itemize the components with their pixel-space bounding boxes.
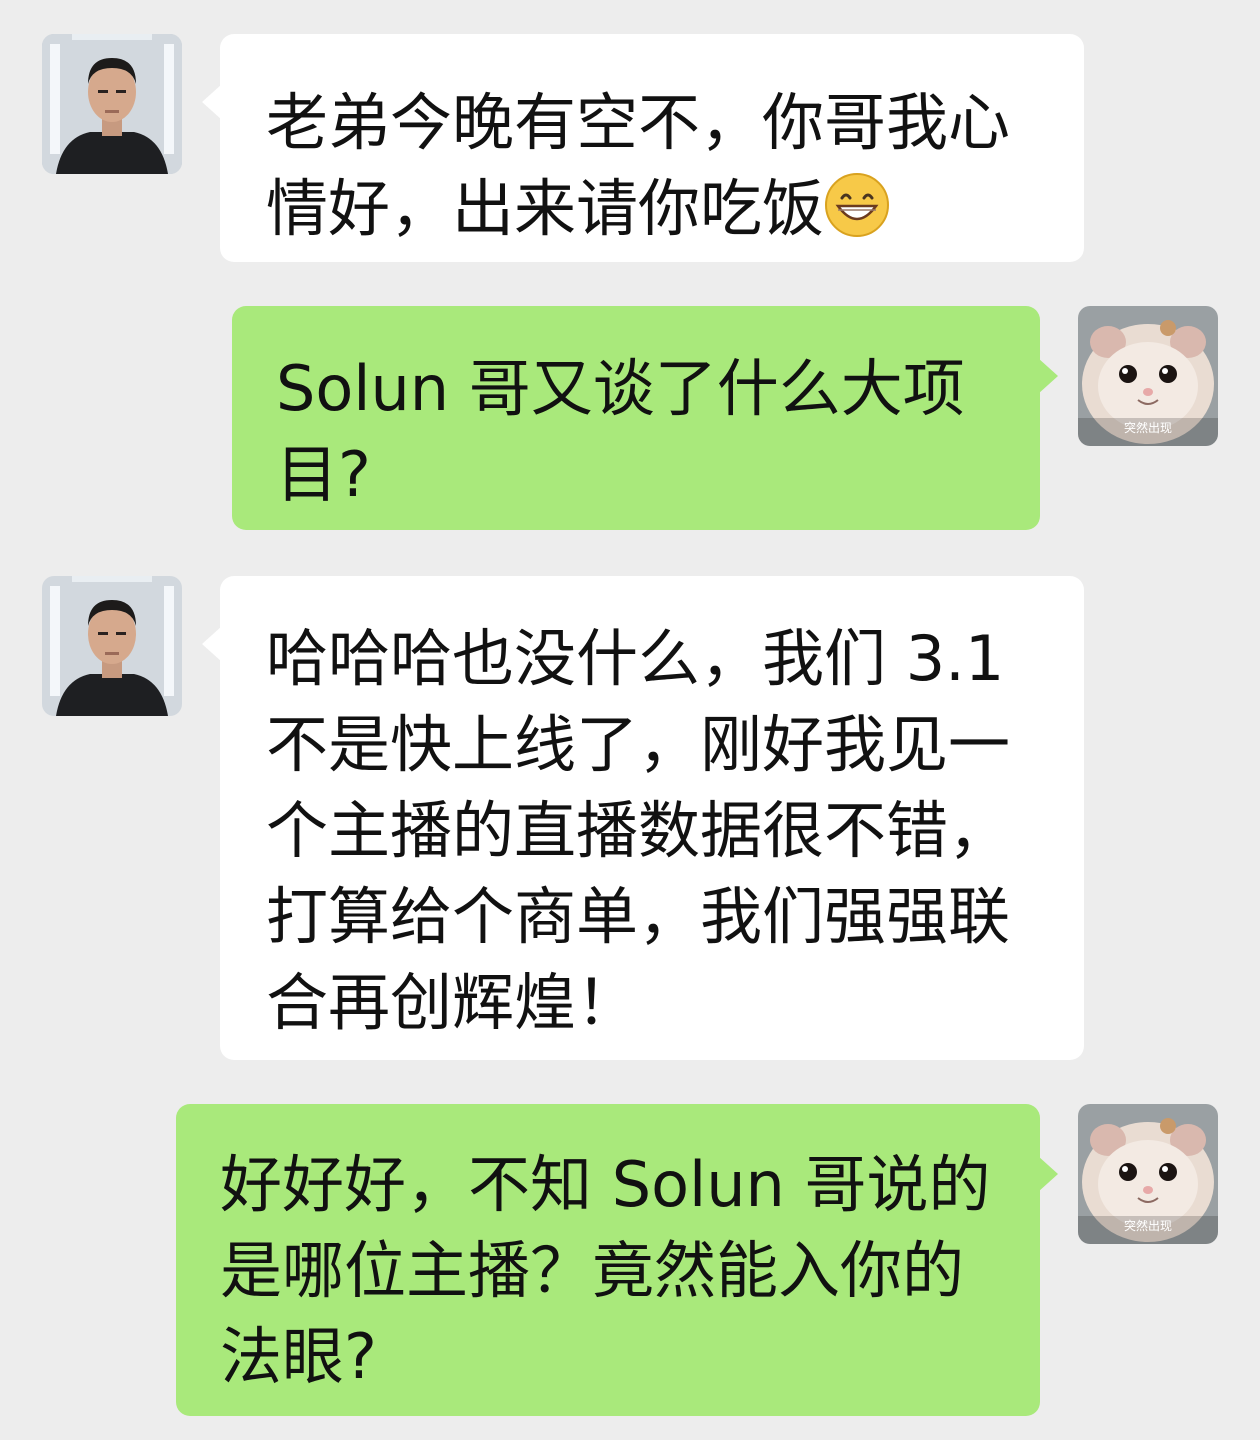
chat-thread: 老弟今晚有空不，你哥我心 情好，出来请你吃饭 Solun 哥又谈了什么大项 目?: [0, 0, 1260, 1440]
message-bubble-outgoing[interactable]: Solun 哥又谈了什么大项 目?: [232, 306, 1058, 530]
message-text-line: 好好好，不知 Solun 哥说的: [220, 1148, 991, 1221]
my-avatar[interactable]: 突然出现: [1078, 1104, 1218, 1244]
sticker-caption: 突然出现: [1124, 1218, 1172, 1233]
hamster-sticker-icon: 突然出现: [1078, 1104, 1218, 1244]
message-text-line: 法眼?: [220, 1320, 377, 1393]
message-text-line: 合再创辉煌！: [266, 966, 639, 1039]
message-text-line: 哈哈哈也没什么，我们 3.1: [266, 622, 1005, 695]
message-text-line: Solun 哥又谈了什么大项: [276, 352, 965, 425]
message-bubble-incoming[interactable]: 哈哈哈也没什么，我们 3.1 不是快上线了，刚好我见一 个主播的直播数据很不错，…: [202, 576, 1084, 1060]
man-portrait-icon: [42, 576, 182, 716]
message-bubble-incoming[interactable]: 老弟今晚有空不，你哥我心 情好，出来请你吃饭: [202, 34, 1084, 262]
message-text-line: 目?: [276, 438, 371, 511]
message-bubble-outgoing[interactable]: 好好好，不知 Solun 哥说的 是哪位主播？竟然能入你的 法眼?: [176, 1104, 1058, 1416]
message-text-line: 老弟今晚有空不，你哥我心: [266, 86, 1011, 159]
sticker-caption: 突然出现: [1124, 420, 1172, 435]
my-avatar[interactable]: 突然出现: [1078, 306, 1218, 446]
grinning-face-emoji-icon: [825, 173, 890, 237]
message-text-line: 打算给个商单，我们强强联: [266, 880, 1011, 953]
contact-avatar[interactable]: [42, 576, 182, 716]
man-portrait-icon: [42, 34, 182, 174]
message-text-line: 情好，出来请你吃饭: [266, 166, 1084, 252]
message-text-line: 不是快上线了，刚好我见一: [266, 708, 1011, 781]
message-text-line: 是哪位主播？竟然能入你的: [220, 1234, 965, 1307]
contact-avatar[interactable]: [42, 34, 182, 174]
message-text-line: 个主播的直播数据很不错，: [266, 794, 1011, 867]
hamster-sticker-icon: 突然出现: [1078, 306, 1218, 446]
